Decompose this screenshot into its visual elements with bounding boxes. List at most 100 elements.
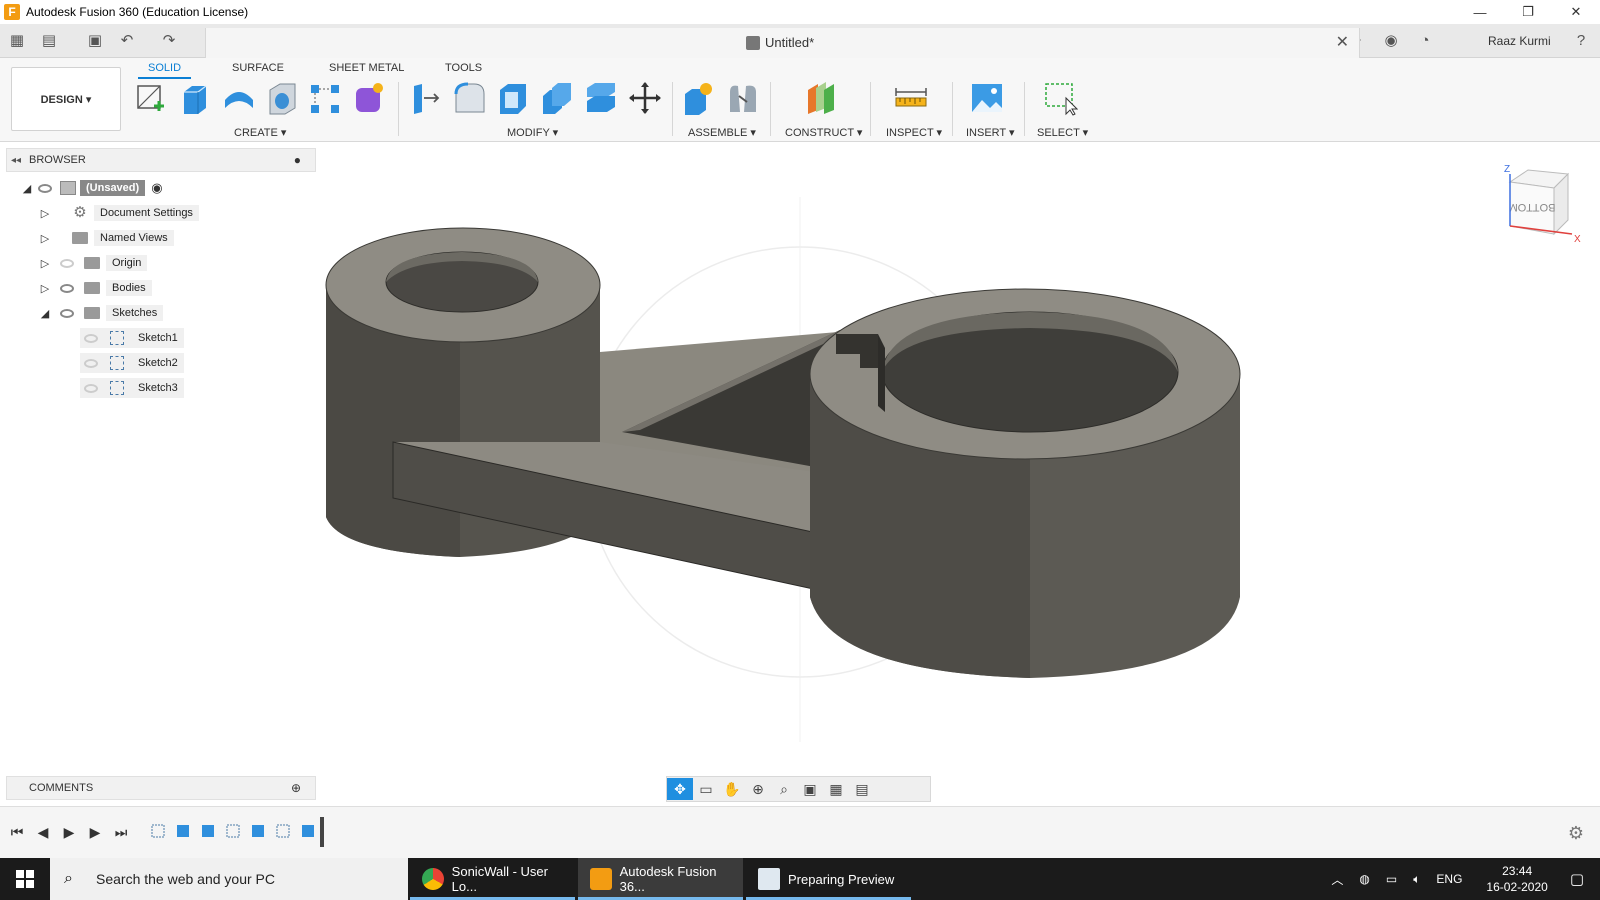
help-icon[interactable]: ? (1572, 32, 1590, 50)
close-document-icon[interactable]: ✕ (1336, 32, 1349, 52)
browser-item-sketch3[interactable]: Sketch3 (80, 378, 184, 398)
network-globe-icon[interactable]: ◍ (1359, 872, 1369, 886)
document-tab[interactable]: Untitled* ✕ (205, 28, 1360, 58)
canvas-viewport[interactable] (0, 142, 1600, 802)
taskbar-app-preview[interactable]: Preparing Preview (746, 858, 911, 900)
viewports-icon[interactable]: ▤ (849, 778, 875, 800)
hole-icon[interactable] (265, 80, 299, 116)
eye-hidden-icon[interactable] (84, 358, 98, 368)
taskbar-search-box[interactable]: ⌕ Search the web and your PC (50, 858, 408, 900)
save-icon[interactable]: ▣ (86, 32, 104, 50)
viewcube[interactable]: BOTTOM Z X (1496, 160, 1586, 250)
expanded-arrow-icon[interactable]: ◢ (38, 307, 52, 320)
minimize-button[interactable]: — (1456, 0, 1504, 24)
offset-plane-icon[interactable] (804, 80, 838, 116)
collapse-browser-icon[interactable]: ◂◂ (11, 155, 21, 166)
browser-item-named-views[interactable]: ▷ Named Views (38, 228, 174, 248)
expanded-arrow-icon[interactable]: ◢ (20, 182, 34, 195)
minus-circle-icon[interactable]: ● (294, 153, 301, 167)
tab-solid[interactable]: SOLID (138, 62, 192, 79)
3d-model-part[interactable] (325, 227, 1241, 678)
combine-icon[interactable] (540, 80, 574, 116)
comments-panel-header[interactable]: COMMENTS ⊕ (6, 776, 316, 800)
expand-arrow-icon[interactable]: ▷ (38, 207, 52, 220)
timeline-marker[interactable] (320, 817, 324, 847)
extrude-icon[interactable] (178, 80, 212, 116)
timeline-extrude-feature-icon[interactable] (250, 823, 268, 839)
select-menu[interactable]: SELECT ▾ (1037, 126, 1088, 139)
tab-sheet-metal[interactable]: SHEET METAL (319, 62, 414, 77)
grid-settings-icon[interactable]: ▦ (823, 778, 849, 800)
browser-item-sketches[interactable]: ◢ Sketches (38, 303, 164, 323)
clock[interactable]: 23:44 16-02-2020 (1486, 863, 1547, 895)
browser-item-sketch2[interactable]: Sketch2 (80, 353, 184, 373)
apps-grid-icon[interactable]: ▦ (8, 32, 26, 50)
browser-item-sketch1[interactable]: Sketch1 (80, 328, 184, 348)
close-button[interactable]: ✕ (1552, 0, 1600, 24)
browser-item-document-settings[interactable]: ▷ ⚙ Document Settings (38, 203, 199, 223)
pattern-icon[interactable] (308, 80, 342, 116)
look-at-icon[interactable]: ▭ (693, 778, 719, 800)
timeline-settings-gear-icon[interactable]: ⚙ (1568, 823, 1584, 844)
timeline-extrude-feature-icon[interactable] (175, 823, 193, 839)
windows-start-icon[interactable] (0, 858, 50, 900)
fillet-icon[interactable] (452, 80, 486, 116)
action-center-icon[interactable]: ▢ (1570, 870, 1584, 888)
undo-icon[interactable]: ↶ (118, 32, 136, 50)
restore-button[interactable]: ❐ (1504, 0, 1552, 24)
taskbar-app-sonicwall[interactable]: SonicWall - User Lo... (410, 858, 575, 900)
modify-menu[interactable]: MODIFY ▾ (507, 126, 558, 139)
assemble-menu[interactable]: ASSEMBLE ▾ (688, 126, 756, 139)
eye-icon[interactable] (60, 308, 74, 318)
browser-root[interactable]: ◢ (Unsaved) ◉ (20, 178, 163, 198)
eye-hidden-icon[interactable] (84, 333, 98, 343)
create-sketch-icon[interactable] (134, 80, 168, 116)
eye-icon[interactable] (38, 183, 52, 193)
play-icon[interactable]: ▶ (60, 823, 78, 841)
step-back-icon[interactable]: ◀ (34, 823, 52, 841)
redo-icon[interactable]: ↷ (160, 32, 178, 50)
taskbar-app-fusion[interactable]: Autodesk Fusion 36... (578, 858, 743, 900)
selection-box-icon[interactable] (1044, 80, 1078, 116)
expand-arrow-icon[interactable]: ▷ (38, 282, 52, 295)
timeline-extrude-feature-icon[interactable] (300, 823, 318, 839)
activate-radio-icon[interactable]: ◉ (151, 180, 162, 196)
eye-hidden-icon[interactable] (60, 258, 74, 268)
volume-icon[interactable]: 🔈︎ (1413, 872, 1420, 887)
joint-icon[interactable] (726, 80, 760, 116)
display-settings-icon[interactable]: ▣ (797, 778, 823, 800)
battery-icon[interactable]: ▭ (1386, 872, 1397, 886)
show-hidden-icons-icon[interactable]: ︿ (1331, 871, 1343, 888)
go-to-end-icon[interactable]: ⏭ (112, 823, 130, 841)
new-component-icon[interactable] (682, 80, 716, 116)
eye-icon[interactable] (60, 283, 74, 293)
file-menu-icon[interactable]: ▤ (40, 32, 58, 50)
insert-image-icon[interactable] (970, 80, 1004, 116)
press-pull-icon[interactable] (408, 80, 442, 116)
step-forward-icon[interactable]: ▶ (86, 823, 104, 841)
create-menu[interactable]: CREATE ▾ (234, 126, 286, 139)
go-to-start-icon[interactable]: ⏮ (8, 823, 26, 841)
create-form-icon[interactable] (352, 80, 386, 116)
tab-surface[interactable]: SURFACE (222, 62, 294, 77)
orbit-icon[interactable]: ✥ (667, 778, 693, 800)
pan-hand-icon[interactable]: ✋ (719, 778, 745, 800)
zoom-icon[interactable]: ⊕ (745, 778, 771, 800)
fit-zoom-icon[interactable]: ⌕ (771, 778, 797, 800)
split-body-icon[interactable] (584, 80, 618, 116)
inspect-menu[interactable]: INSPECT ▾ (886, 126, 942, 139)
browser-panel-header[interactable]: ◂◂ BROWSER ● (6, 148, 316, 172)
workspace-switcher-button[interactable]: DESIGN ▾ (11, 67, 121, 131)
timeline-sketch-feature-icon[interactable] (150, 823, 168, 839)
expand-arrow-icon[interactable]: ▷ (38, 232, 52, 245)
notifications-icon[interactable]: ◔ (1416, 32, 1434, 50)
shell-icon[interactable] (496, 80, 530, 116)
expand-arrow-icon[interactable]: ▷ (38, 257, 52, 270)
measure-icon[interactable] (894, 80, 928, 116)
user-name[interactable]: Raaz Kurmi (1488, 34, 1551, 48)
revolve-icon[interactable] (222, 80, 256, 116)
tab-tools[interactable]: TOOLS (435, 62, 492, 77)
browser-item-origin[interactable]: ▷ Origin (38, 253, 148, 273)
add-comment-icon[interactable]: ⊕ (291, 781, 301, 795)
timeline-extrude-feature-icon[interactable] (200, 823, 218, 839)
